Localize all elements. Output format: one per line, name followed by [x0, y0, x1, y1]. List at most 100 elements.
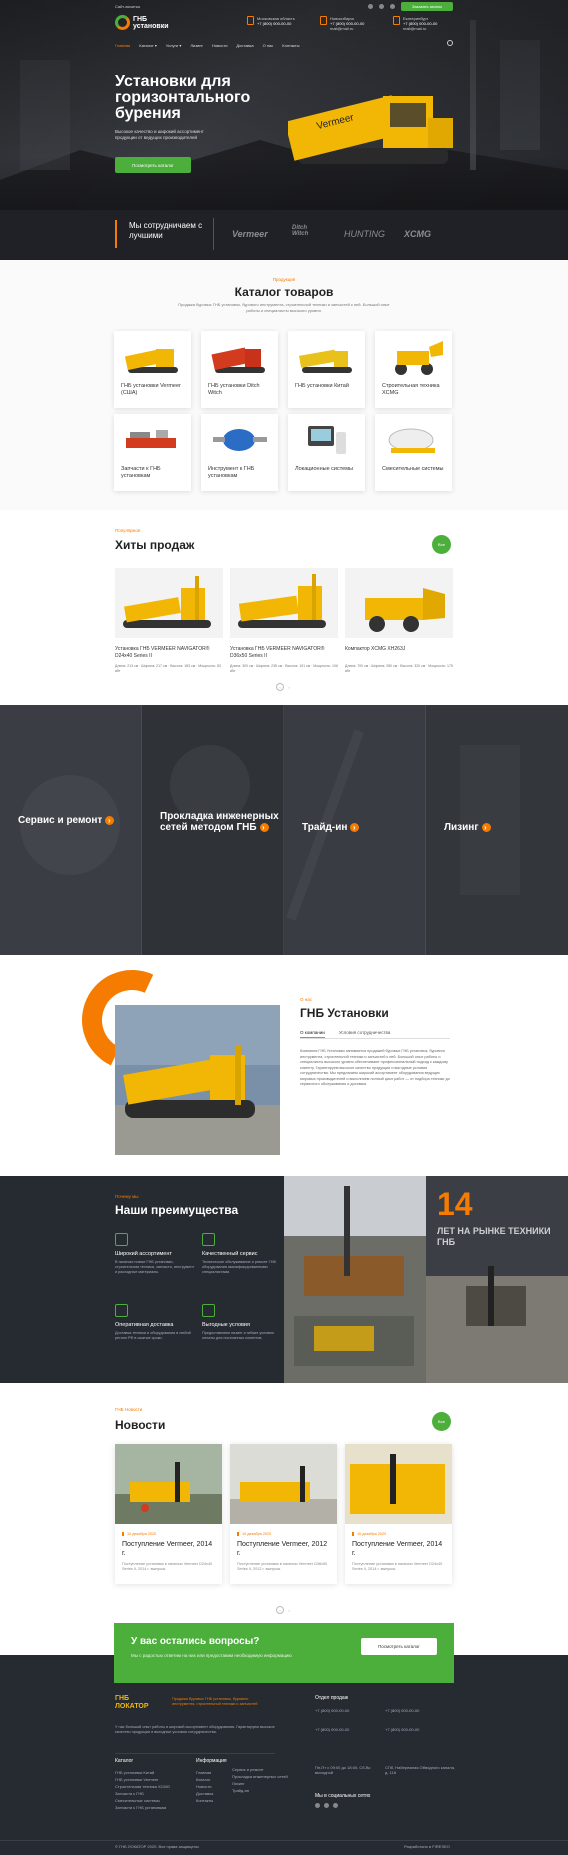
news-next-icon[interactable]: ›: [285, 1606, 293, 1614]
services-section: Сервис и ремонт Прокладка инженерных сет…: [0, 705, 568, 955]
news-prev-icon[interactable]: ‹: [276, 1606, 284, 1614]
footer-link[interactable]: Лизинг: [232, 1780, 288, 1787]
tag-icon: [202, 1304, 215, 1317]
footer-link[interactable]: Строительная техника XCMG: [115, 1783, 170, 1790]
contact-phone[interactable]: +7 (800) 000-00-00: [257, 21, 295, 26]
footer-catalog-col: Каталог ГНБ установки Китай ГНБ установк…: [115, 1758, 170, 1811]
footer-link[interactable]: Новости: [196, 1783, 227, 1790]
footer-link[interactable]: Главная: [196, 1769, 227, 1776]
partner-logo-hunting[interactable]: HUNTING: [344, 229, 385, 239]
catalog-card[interactable]: Запчасти к ГНБ установкам: [114, 414, 191, 491]
cta-catalog-button[interactable]: Посмотреть каталог: [361, 1638, 437, 1655]
footer-link[interactable]: Запчасти к ГНБ: [115, 1790, 170, 1797]
advantages-section: Почему мы Наши преимущества Широкий ассо…: [0, 1176, 568, 1383]
nav-item-news[interactable]: Новости: [212, 43, 227, 48]
nav-item-delivery[interactable]: Доставка: [236, 43, 253, 48]
footer-link[interactable]: ГНБ установки Китай: [115, 1769, 170, 1776]
footer-link[interactable]: ГНБ установки Vermeer: [115, 1776, 170, 1783]
logo[interactable]: ГНБ установки: [115, 15, 169, 30]
partner-logo-ditchwitch[interactable]: Ditch Witch: [292, 225, 324, 237]
footer-phone[interactable]: +7 (800) 000-00-00: [385, 1707, 455, 1714]
news-date: 10 декабря 2020: [352, 1532, 386, 1536]
catalog-card[interactable]: Строительная техника XCMG: [375, 331, 452, 408]
product-card[interactable]: Установка ГНБ VERMEER NAVIGATOR® D36x50 …: [230, 568, 338, 678]
footer-link[interactable]: Доставка: [196, 1790, 227, 1797]
nav-item-contacts[interactable]: Контакты: [282, 43, 299, 48]
social-icon-facebook[interactable]: [390, 3, 395, 9]
catalog-item-label: Локационные системы: [295, 466, 353, 472]
hero-catalog-button[interactable]: Посмотреть каталог: [115, 157, 191, 173]
contact-email[interactable]: mail@mail.ru: [330, 26, 364, 31]
social-icon-youtube[interactable]: [379, 3, 384, 9]
facebook-icon[interactable]: [333, 1803, 338, 1808]
footer-link[interactable]: Трайд-ин: [232, 1787, 288, 1794]
vk-icon[interactable]: [315, 1803, 320, 1808]
carousel-prev-icon[interactable]: ‹: [276, 683, 284, 691]
footer-phone[interactable]: +7 (800) 000-00-00: [315, 1707, 385, 1714]
catalog-card[interactable]: ГНБ установки Vermeer (США): [114, 331, 191, 408]
footer-link[interactable]: Запчасти к ГНБ установкам: [115, 1804, 170, 1811]
news-headline[interactable]: Поступление Vermeer, 2014 г.: [122, 1541, 216, 1558]
footer-phone[interactable]: +7 (800) 000-00-00: [385, 1726, 455, 1733]
nav-item-catalog[interactable]: Каталог ▾: [139, 43, 157, 48]
footer-phone[interactable]: +7 (800) 000-00-00: [315, 1726, 385, 1733]
arrow-right-icon: [259, 822, 269, 833]
product-card[interactable]: Компактор XCMG XH263J Длина: 700 см · Ши…: [345, 568, 453, 678]
tab-about-company[interactable]: О компании: [300, 1030, 325, 1038]
main-nav: Главная Каталог ▾ Услуги ▾ Лизинг Новост…: [115, 40, 455, 50]
twitter-icon[interactable]: [324, 1803, 329, 1808]
catalog-card[interactable]: Смесительные системы: [375, 414, 452, 491]
news-card[interactable]: 10 декабря 2020 Поступление Vermeer, 201…: [345, 1444, 452, 1584]
footer-link[interactable]: Контакты: [196, 1797, 227, 1804]
hits-all-button[interactable]: Все: [432, 535, 451, 554]
nav-item-about[interactable]: О нас: [263, 43, 274, 48]
catalog-card[interactable]: ГНБ установки Ditch Witch: [201, 331, 278, 408]
service-label: Трайд-ин: [302, 822, 348, 833]
service-tile-tradein[interactable]: Трайд-ин: [284, 705, 426, 955]
thumbs-up-icon: [202, 1233, 215, 1246]
footer-link[interactable]: Прокладка инженерных сетей: [232, 1773, 288, 1780]
nav-item-services[interactable]: Услуги ▾: [166, 43, 181, 48]
catalog-card[interactable]: ГНБ установки Китай: [288, 331, 365, 408]
service-tile-hdd[interactable]: Прокладка инженерных сетей методом ГНБ: [142, 705, 284, 955]
footer-logo[interactable]: ГНБ ЛОКАТОР: [115, 1695, 155, 1711]
footer-developer[interactable]: Разработано в FIRESEO: [404, 1843, 450, 1850]
advantage-title: Выгодные условия: [202, 1322, 250, 1328]
news-headline[interactable]: Поступление Vermeer, 2012 г.: [237, 1541, 331, 1558]
site-type-label: Сайт-визитка: [115, 3, 140, 9]
footer-phones: +7 (800) 000-00-00 +7 (800) 000-00-00 +7…: [315, 1707, 455, 1733]
catalog-card[interactable]: Инструмент к ГНБ установкам: [201, 414, 278, 491]
tab-cooperation-terms[interactable]: Условия сотрудничества: [339, 1030, 391, 1038]
news-all-button[interactable]: Все: [432, 1412, 451, 1431]
catalog-card[interactable]: Локационные системы: [288, 414, 365, 491]
catalog-item-label: Строительная техника XCMG: [382, 383, 440, 396]
logo-line2: установки: [133, 22, 169, 30]
service-tile-leasing[interactable]: Лизинг: [426, 705, 568, 955]
product-specs: Длина: 700 см · Ширина: 280 см · Высота:…: [345, 664, 453, 673]
footer-link[interactable]: Смесительные системы: [115, 1797, 170, 1804]
nav-item-leasing[interactable]: Лизинг: [190, 43, 203, 48]
catalog-title: Каталог товаров: [234, 285, 334, 299]
catalog-item-label: ГНБ установки Китай: [295, 383, 349, 389]
social-icon-vk[interactable]: [368, 3, 373, 9]
product-name: Установка ГНБ VERMEER NAVIGATOR® D24x40 …: [115, 646, 210, 659]
partner-logo-xcmg[interactable]: XCMG: [404, 229, 431, 239]
news-card[interactable]: 10 декабря 2020 Поступление Vermeer, 201…: [115, 1444, 222, 1584]
news-headline[interactable]: Поступление Vermeer, 2014 г.: [352, 1541, 446, 1558]
search-icon[interactable]: [447, 40, 453, 46]
divider: [213, 218, 214, 250]
news-card[interactable]: 10 декабря 2020 Поступление Vermeer, 201…: [230, 1444, 337, 1584]
catalog-image: [211, 347, 265, 373]
contact-email[interactable]: mail@mail.ru: [403, 26, 437, 31]
hero-subtitle: Высокое качество и широкий ассортимент п…: [115, 129, 204, 140]
partners-strip: Мы сотрудничаем с лучшими Vermeer Ditch …: [0, 210, 568, 260]
footer-link[interactable]: Каталог: [196, 1776, 227, 1783]
partner-logo-vermeer[interactable]: Vermeer: [232, 229, 268, 239]
nav-item-home[interactable]: Главная: [115, 43, 130, 48]
service-tile-repair[interactable]: Сервис и ремонт: [0, 705, 142, 955]
product-card[interactable]: Установка ГНБ VERMEER NAVIGATOR® D24x40 …: [115, 568, 223, 678]
callback-button[interactable]: Заказать звонок: [401, 1, 453, 11]
footer-link[interactable]: Сервис и ремонт: [232, 1766, 288, 1773]
service-label: Лизинг: [444, 822, 479, 833]
carousel-next-icon[interactable]: ›: [285, 683, 293, 691]
